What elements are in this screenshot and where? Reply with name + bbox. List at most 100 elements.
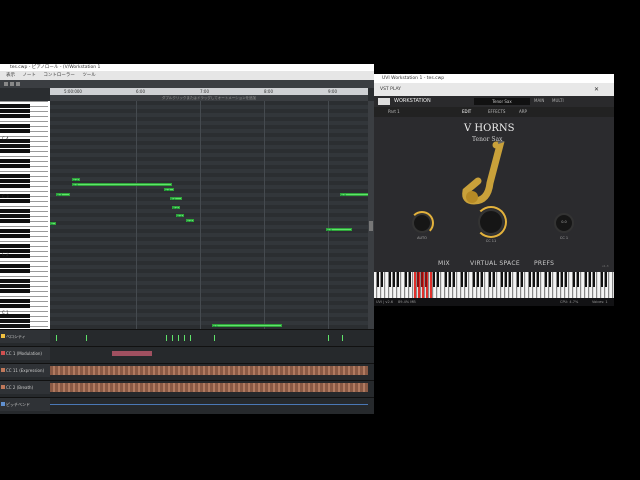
- black-key[interactable]: [0, 234, 30, 238]
- piano-black-key[interactable]: [425, 272, 427, 287]
- nav-prefs[interactable]: PREFS: [534, 260, 554, 267]
- piano-black-key[interactable]: [549, 272, 551, 287]
- black-key[interactable]: [0, 179, 30, 183]
- piano-black-key[interactable]: [577, 272, 579, 287]
- draw-tool-icon[interactable]: [10, 82, 14, 86]
- piano-black-key[interactable]: [437, 272, 439, 287]
- piano-black-key[interactable]: [461, 272, 463, 287]
- black-key[interactable]: [0, 264, 30, 268]
- controller-lane[interactable]: CC 11 (Expression): [0, 363, 374, 377]
- tab-effects[interactable]: EFFECTS: [488, 109, 505, 114]
- piano-black-key[interactable]: [561, 272, 563, 287]
- piano-black-key[interactable]: [521, 272, 523, 287]
- piano-black-key[interactable]: [417, 272, 419, 287]
- black-key[interactable]: [0, 149, 30, 153]
- piano-black-key[interactable]: [585, 272, 587, 287]
- scroll-thumb[interactable]: [369, 221, 373, 231]
- black-key[interactable]: [0, 219, 30, 223]
- piano-black-key[interactable]: [557, 272, 559, 287]
- black-key[interactable]: [0, 289, 30, 293]
- piano-black-key[interactable]: [445, 272, 447, 287]
- midi-note[interactable]: D 2: [176, 214, 184, 218]
- piano-keyboard[interactable]: C 4 C 3 C 2 C 1: [0, 101, 50, 329]
- piano-black-key[interactable]: [505, 272, 507, 287]
- black-key[interactable]: [0, 144, 30, 148]
- velocity-bar[interactable]: [214, 335, 215, 341]
- menu-tools[interactable]: ツール: [82, 73, 96, 78]
- cc-curve[interactable]: [112, 351, 152, 356]
- lane-label[interactable]: CC 1 (Modulation): [0, 347, 50, 360]
- midi-note[interactable]: A 1: [212, 324, 282, 328]
- piano-black-key[interactable]: [489, 272, 491, 287]
- velocity-bar[interactable]: [56, 335, 57, 341]
- black-key[interactable]: [0, 214, 30, 218]
- select-tool-icon[interactable]: [4, 82, 8, 86]
- time-ruler[interactable]: 5:00:000 6:00 7:00 8:00 9:00: [50, 88, 368, 95]
- tab-edit[interactable]: EDIT: [462, 109, 471, 114]
- piano-black-key[interactable]: [573, 272, 575, 287]
- piano-black-key[interactable]: [537, 272, 539, 287]
- midi-note[interactable]: E 2: [172, 206, 180, 210]
- black-key[interactable]: [0, 109, 30, 113]
- midi-note[interactable]: D 3: [56, 193, 70, 197]
- piano-black-key[interactable]: [601, 272, 603, 287]
- velocity-bar[interactable]: [190, 335, 191, 341]
- tab-arp[interactable]: ARP: [519, 109, 527, 114]
- velocity-bar[interactable]: [172, 335, 173, 341]
- black-key[interactable]: [0, 319, 30, 323]
- lane-label[interactable]: ベロシティ: [0, 330, 50, 343]
- main-button[interactable]: MAIN: [534, 98, 544, 103]
- piano-black-key[interactable]: [397, 272, 399, 287]
- plugin-keyboard[interactable]: [374, 272, 614, 298]
- black-key[interactable]: [0, 244, 30, 248]
- black-key[interactable]: [0, 164, 30, 168]
- black-key[interactable]: [0, 304, 30, 308]
- midi-note[interactable]: G 2: [164, 188, 174, 192]
- black-key[interactable]: [0, 199, 30, 203]
- black-key[interactable]: [0, 229, 30, 233]
- piano-black-key[interactable]: [381, 272, 383, 287]
- black-key[interactable]: [0, 324, 30, 328]
- piano-black-key[interactable]: [477, 272, 479, 287]
- piano-black-key[interactable]: [421, 272, 423, 287]
- piano-black-key[interactable]: [493, 272, 495, 287]
- piano-black-key[interactable]: [593, 272, 595, 287]
- host-preset[interactable]: VST PLAY: [380, 83, 401, 96]
- piano-black-key[interactable]: [481, 272, 483, 287]
- midi-note[interactable]: C 2: [186, 219, 194, 223]
- black-key[interactable]: [0, 299, 30, 303]
- velocity-bar[interactable]: [184, 335, 185, 341]
- piano-black-key[interactable]: [509, 272, 511, 287]
- black-key[interactable]: [0, 209, 30, 213]
- black-key[interactable]: [0, 184, 30, 188]
- midi-note[interactable]: C 3: [340, 193, 368, 197]
- note-grid[interactable]: C 3D 3C 3A 2G 2F 2E 2D 2C 2A 1C 3C 3: [50, 101, 368, 329]
- velocity-bar[interactable]: [86, 335, 87, 341]
- nav-mix[interactable]: MIX: [438, 260, 450, 267]
- black-key[interactable]: [0, 129, 30, 133]
- piano-black-key[interactable]: [501, 272, 503, 287]
- velocity-bar[interactable]: [178, 335, 179, 341]
- midi-note[interactable]: C 3: [326, 228, 352, 232]
- part-selector[interactable]: Part 1: [388, 109, 400, 114]
- controller-lane[interactable]: ベロシティ: [0, 329, 374, 343]
- midi-note[interactable]: C 3: [72, 183, 172, 187]
- close-icon[interactable]: ✕: [594, 83, 599, 96]
- velocity-bar[interactable]: [342, 335, 343, 341]
- lane-label[interactable]: CC 2 (Breath): [0, 381, 50, 394]
- midi-note[interactable]: F 2: [170, 197, 182, 201]
- piano-black-key[interactable]: [545, 272, 547, 287]
- lane-label[interactable]: ピッチベンド: [0, 398, 50, 411]
- velocity-bar[interactable]: [166, 335, 167, 341]
- black-key[interactable]: [0, 114, 30, 118]
- black-key[interactable]: [0, 104, 30, 108]
- piano-black-key[interactable]: [453, 272, 455, 287]
- nav-virtual-space[interactable]: VIRTUAL SPACE: [470, 260, 520, 267]
- black-key[interactable]: [0, 269, 30, 273]
- midi-note[interactable]: A 2: [72, 178, 80, 182]
- piano-black-key[interactable]: [517, 272, 519, 287]
- menu-controllers[interactable]: コントローラー: [43, 73, 75, 78]
- piano-black-key[interactable]: [465, 272, 467, 287]
- menu-view[interactable]: 表示: [6, 73, 15, 78]
- black-key[interactable]: [0, 174, 30, 178]
